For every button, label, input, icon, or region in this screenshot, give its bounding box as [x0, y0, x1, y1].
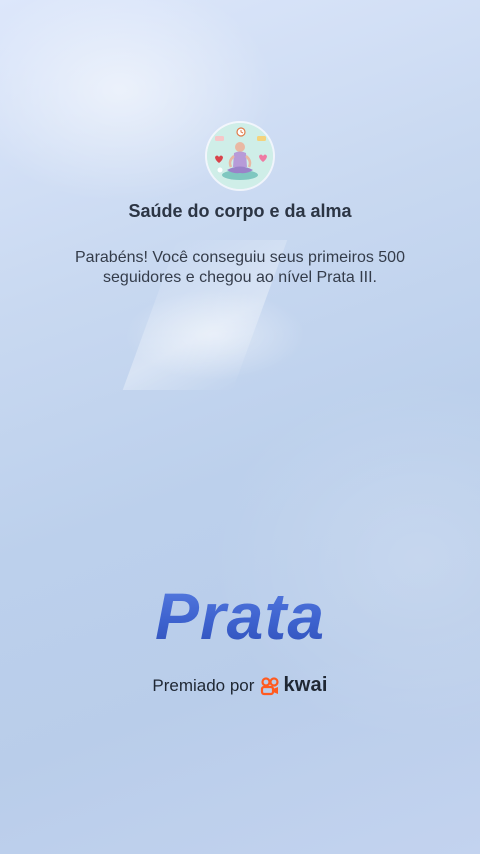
achievement-message: Parabéns! Você conseguiu seus primeiros …	[75, 249, 405, 286]
awarded-by-label: Premiado por	[152, 675, 255, 695]
meditation-badge-icon	[207, 123, 273, 189]
level-name: Prata	[0, 578, 480, 654]
kwai-logo: kwai	[260, 674, 327, 697]
awarded-by: Premiado por kwai	[0, 674, 480, 697]
achievement-title: Saúde do corpo e da alma	[128, 201, 352, 221]
kwai-logo-icon	[260, 676, 280, 696]
kwai-brand-name: kwai	[283, 674, 328, 696]
